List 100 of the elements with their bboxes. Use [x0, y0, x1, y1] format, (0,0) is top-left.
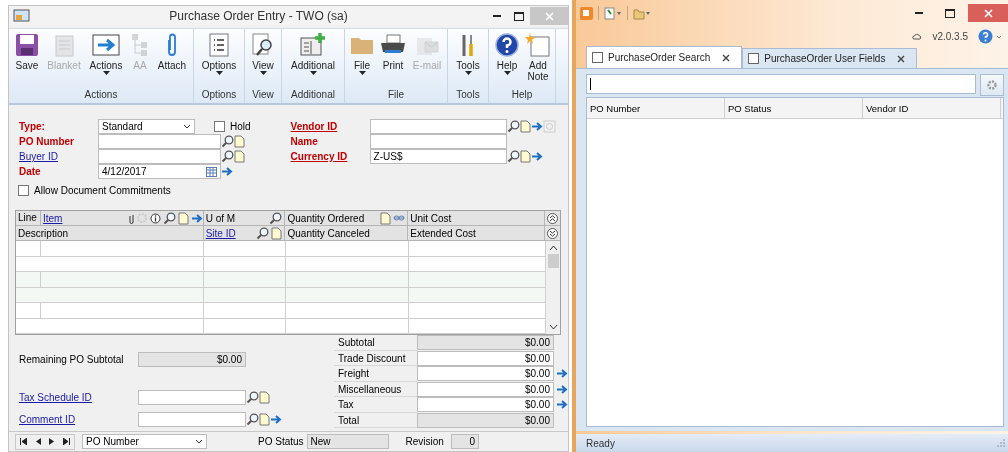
note-icon[interactable] — [259, 413, 270, 426]
scroll-thumb[interactable] — [547, 254, 559, 268]
field-label[interactable]: Tax Schedule ID — [18, 392, 138, 403]
field-label: PO Number — [18, 136, 75, 147]
ribbon-button[interactable]: Options — [197, 29, 241, 89]
ribbon-button[interactable]: Tools — [451, 29, 485, 89]
settings-button[interactable] — [980, 74, 1004, 96]
checkbox[interactable] — [18, 185, 29, 196]
window-icon — [748, 53, 760, 64]
arrow-icon[interactable] — [555, 399, 568, 411]
chevron-icon — [195, 439, 203, 444]
ribbon-button[interactable]: View — [248, 29, 278, 89]
paperclip-icon — [127, 212, 134, 224]
ribbon-button[interactable]: Attach — [154, 29, 190, 89]
amount-field[interactable]: $0.00 — [417, 366, 554, 382]
ribbon-button[interactable]: Additional — [285, 29, 341, 89]
group-label: Actions — [84, 89, 118, 102]
caret-icon — [358, 71, 366, 76]
input-field[interactable]: 4/12/2017 — [98, 164, 221, 179]
ribbon-button[interactable]: Save — [12, 29, 42, 89]
arrow-icon[interactable] — [221, 166, 233, 177]
calendar-icon[interactable] — [206, 166, 217, 177]
next-record-icon — [49, 438, 55, 445]
close-icon — [983, 8, 993, 18]
input-field[interactable] — [98, 149, 221, 164]
ribbon-button[interactable]: Actions — [86, 29, 126, 89]
arrow-icon[interactable] — [270, 414, 282, 425]
tab[interactable]: PurchaseOrder Search — [586, 46, 743, 68]
close-button[interactable] — [968, 4, 1008, 22]
status-text: Ready — [586, 437, 615, 449]
search-icon[interactable] — [246, 413, 259, 426]
arrow-icon[interactable] — [530, 121, 543, 132]
help-icon — [494, 32, 520, 58]
input-field[interactable] — [138, 390, 246, 405]
arrow-box-icon — [91, 32, 121, 58]
type-dropdown[interactable]: Standard — [98, 119, 195, 134]
note-icon[interactable] — [234, 150, 245, 163]
ribbon-button[interactable]: Print — [378, 29, 408, 89]
hold-checkbox[interactable] — [214, 121, 225, 132]
field-label[interactable]: Comment ID — [18, 414, 138, 425]
record-navigator[interactable] — [15, 433, 75, 450]
arrow-icon[interactable] — [530, 151, 543, 162]
group-label: Options — [201, 89, 237, 102]
amount-field[interactable]: $0.00 — [417, 397, 554, 413]
search-icon[interactable] — [246, 391, 259, 404]
arrow-icon[interactable] — [555, 383, 568, 395]
scroll-down-icon — [548, 323, 558, 331]
column-header-link[interactable]: Item — [43, 212, 126, 224]
ribbon-button[interactable]: Help — [492, 29, 522, 89]
paperclip-icon — [165, 32, 179, 58]
field-label: PO Status — [258, 436, 304, 447]
column-header[interactable]: Vendor ID — [863, 98, 1001, 118]
input-field[interactable] — [98, 134, 221, 149]
gear-icon — [135, 212, 148, 224]
status-field: New — [306, 434, 389, 449]
note-icon[interactable] — [380, 211, 392, 225]
window-add-icon — [299, 32, 327, 58]
input-field[interactable]: Z-US$ — [369, 149, 507, 164]
arrow-icon[interactable] — [555, 368, 568, 380]
search-icon[interactable] — [256, 226, 270, 240]
input-field[interactable] — [138, 412, 246, 427]
column-header[interactable]: PO Number — [587, 98, 725, 118]
column-header[interactable]: PO Status — [725, 98, 863, 118]
field-label: Type: — [18, 121, 46, 132]
field-label: Revision — [405, 436, 444, 447]
column-header: Extended Cost — [410, 227, 476, 239]
folder-icon[interactable] — [633, 6, 651, 20]
input-field[interactable] — [369, 119, 507, 134]
arrow-icon[interactable] — [190, 212, 203, 224]
ribbon-button[interactable]: File — [348, 29, 376, 89]
amount-field[interactable]: $0.00 — [417, 381, 554, 397]
search-icon[interactable] — [506, 120, 520, 133]
minimize-icon — [915, 12, 923, 14]
caret-icon — [259, 71, 267, 76]
help-icon[interactable] — [978, 28, 1002, 44]
collapse-icon[interactable] — [547, 212, 558, 224]
app-icon — [13, 9, 31, 23]
note-icon[interactable] — [259, 391, 270, 404]
note-icon[interactable] — [234, 135, 245, 148]
expand-icon[interactable] — [547, 227, 558, 239]
scroll-up-icon — [548, 244, 558, 252]
field-label[interactable]: Currency ID — [289, 151, 370, 162]
minimize-icon — [493, 15, 501, 17]
search-icon[interactable] — [221, 135, 234, 148]
field-label[interactable]: Buyer ID — [18, 151, 98, 162]
search-icon[interactable] — [162, 211, 176, 225]
search-icon[interactable] — [221, 150, 234, 163]
input-field[interactable] — [369, 134, 507, 149]
note-add-icon — [525, 32, 551, 58]
tab[interactable]: PurchaseOrder User Fields — [742, 48, 918, 68]
search-icon[interactable] — [269, 211, 283, 225]
search-icon[interactable] — [506, 150, 520, 163]
scrollbar[interactable] — [546, 241, 560, 334]
column-header-link[interactable]: Site ID — [205, 227, 255, 239]
page-icon[interactable] — [604, 6, 622, 20]
browse-dropdown[interactable]: PO Number — [82, 434, 207, 449]
search-field[interactable] — [586, 74, 976, 94]
amount-field[interactable]: $0.00 — [417, 350, 554, 366]
field-label[interactable]: Vendor ID — [289, 121, 370, 132]
ribbon-button[interactable]: Add Note — [524, 29, 552, 89]
